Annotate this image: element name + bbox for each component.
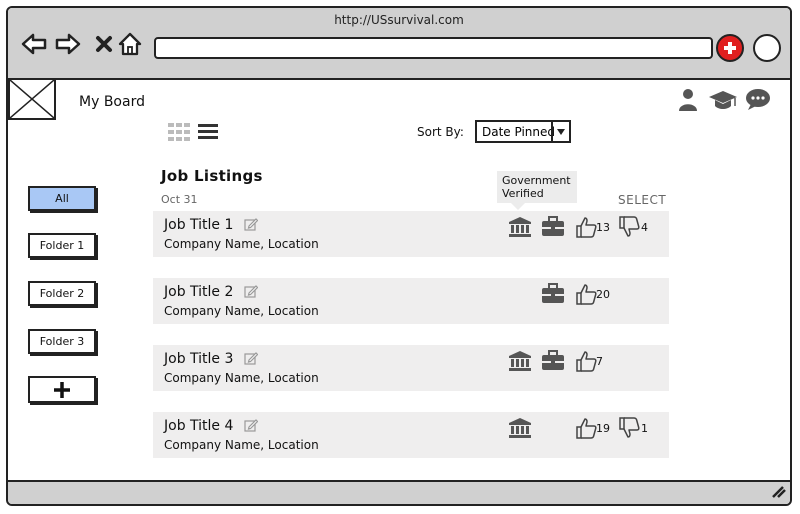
browser-window: http://USsurvival.com My Board Sort By: … (6, 6, 792, 506)
back-arrow-icon[interactable] (20, 30, 48, 58)
thumbs-up-icon[interactable] (575, 350, 597, 376)
resize-grip-icon[interactable] (770, 483, 786, 502)
government-building-icon[interactable] (508, 417, 532, 443)
job-title[interactable]: Job Title 2 (164, 284, 233, 300)
briefcase-icon[interactable] (541, 216, 565, 242)
thumbs-up-icon[interactable] (575, 417, 597, 443)
folder-all-button[interactable]: All (28, 186, 96, 211)
government-building-icon[interactable] (508, 350, 532, 376)
job-row-3[interactable]: Job Title 3 Company Name, Location 7 (153, 345, 669, 391)
folder-3-button[interactable]: Folder 3 (28, 329, 96, 354)
job-title[interactable]: Job Title 1 (164, 217, 233, 233)
like-count: 13 (596, 221, 610, 234)
board-title: My Board (79, 94, 145, 110)
tooltip-line-2: Verified (502, 187, 544, 200)
list-view-icon[interactable] (198, 123, 220, 145)
logo-placeholder (8, 78, 56, 120)
job-company: Company Name, Location (164, 237, 319, 251)
job-company: Company Name, Location (164, 371, 319, 385)
add-button[interactable] (716, 34, 744, 62)
job-row-2[interactable]: Job Title 2 Company Name, Location 20 (153, 278, 669, 324)
url-text: http://USsurvival.com (334, 13, 464, 27)
job-title[interactable]: Job Title 4 (164, 418, 233, 434)
folder-2-button[interactable]: Folder 2 (28, 281, 96, 306)
plus-icon (54, 381, 70, 398)
tooltip-line-1: Government (502, 174, 571, 187)
like-count: 20 (596, 288, 610, 301)
graduation-cap-icon[interactable] (708, 88, 738, 116)
date-label: Oct 31 (161, 193, 198, 206)
edit-icon[interactable] (244, 216, 259, 235)
job-company: Company Name, Location (164, 304, 319, 318)
thumbs-down-icon[interactable] (618, 216, 640, 242)
job-row-4[interactable]: Job Title 4 Company Name, Location 19 1 (153, 412, 669, 458)
page-title: Job Listings (161, 167, 263, 185)
like-count: 19 (596, 422, 610, 435)
sort-label: Sort By: (417, 125, 464, 139)
sort-value: Date Pinned (482, 125, 556, 139)
user-icon[interactable] (677, 88, 699, 116)
job-company: Company Name, Location (164, 438, 319, 452)
edit-icon[interactable] (244, 417, 259, 436)
folder-1-button[interactable]: Folder 1 (28, 233, 96, 258)
job-title[interactable]: Job Title 3 (164, 351, 233, 367)
address-bar[interactable] (154, 37, 713, 59)
thumbs-up-icon[interactable] (575, 216, 597, 242)
edit-icon[interactable] (244, 350, 259, 369)
browser-toolbar: http://USsurvival.com (8, 8, 790, 80)
briefcase-icon[interactable] (541, 350, 565, 376)
sort-dropdown[interactable]: Date Pinned (475, 120, 571, 143)
home-icon[interactable] (116, 30, 144, 58)
grid-view-icon[interactable] (168, 123, 192, 145)
status-bar (8, 480, 790, 504)
round-button[interactable] (753, 34, 781, 62)
government-building-icon[interactable] (508, 216, 532, 242)
select-link[interactable]: SELECT (618, 193, 666, 207)
government-verified-tooltip: Government Verified (497, 171, 577, 210)
thumbs-down-icon[interactable] (618, 417, 640, 443)
dislike-count: 4 (641, 221, 648, 234)
chevron-down-icon[interactable] (551, 122, 569, 141)
like-count: 7 (596, 355, 603, 368)
thumbs-up-icon[interactable] (575, 283, 597, 309)
briefcase-icon[interactable] (541, 283, 565, 309)
job-row-1[interactable]: Job Title 1 Company Name, Location 13 4 (153, 211, 669, 257)
close-x-icon[interactable] (90, 30, 118, 58)
edit-icon[interactable] (244, 283, 259, 302)
dislike-count: 1 (641, 422, 648, 435)
chat-bubble-icon[interactable] (745, 88, 771, 116)
add-folder-button[interactable] (28, 376, 96, 403)
forward-arrow-icon[interactable] (54, 30, 82, 58)
